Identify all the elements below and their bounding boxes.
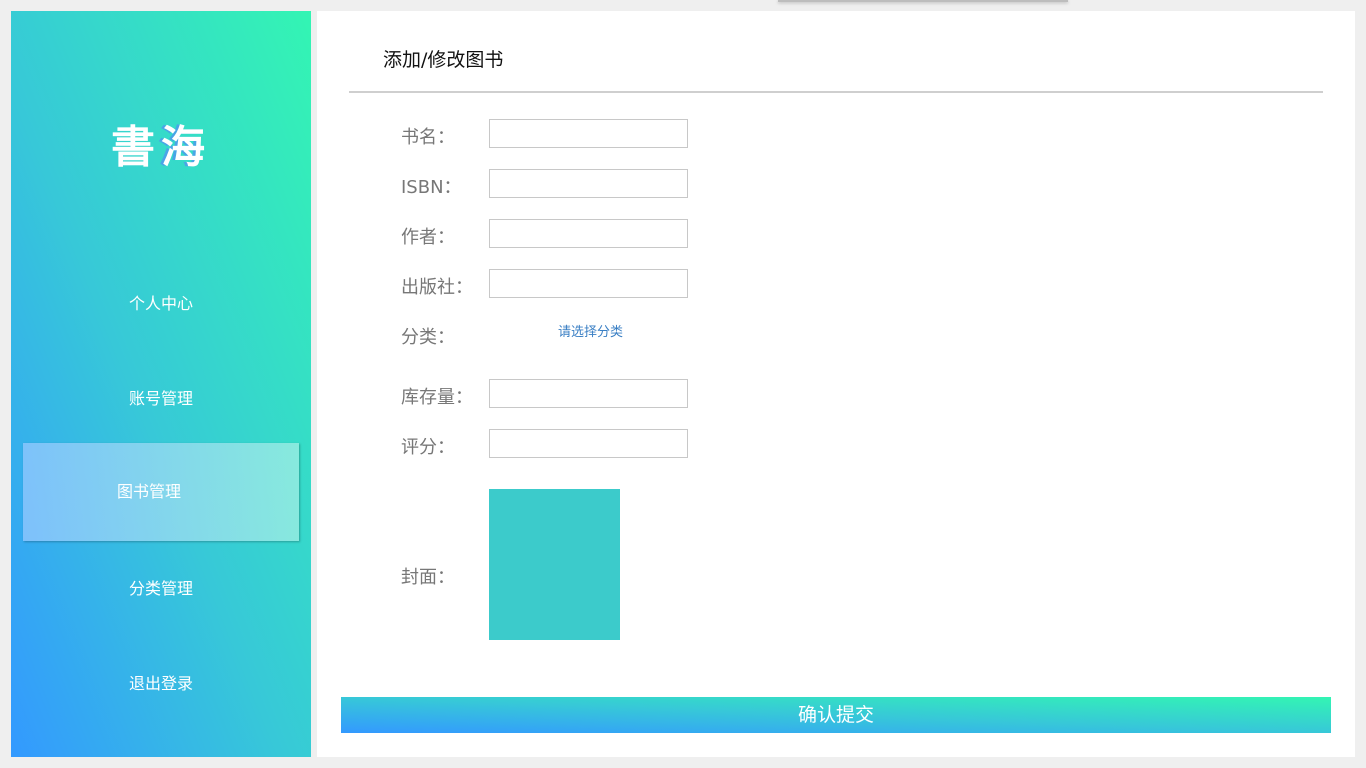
book-name-label: 书名： bbox=[401, 127, 455, 148]
stock-input[interactable] bbox=[489, 379, 688, 408]
sidebar-item-label: 分类管理 bbox=[128, 579, 193, 598]
cover-upload-area[interactable] bbox=[489, 489, 620, 640]
sidebar-item-label: 账号管理 bbox=[128, 389, 193, 408]
sidebar-item-accounts[interactable]: 账号管理 bbox=[11, 379, 311, 419]
rating-label: 评分： bbox=[401, 437, 455, 458]
cover-label: 封面： bbox=[401, 567, 455, 588]
sidebar: 書海 个人中心 账号管理 图书管理 分类管理 退出登录 bbox=[11, 11, 311, 757]
publisher-label: 出版社： bbox=[401, 277, 473, 298]
title-divider bbox=[349, 91, 1323, 93]
page-title: 添加/修改图书 bbox=[383, 49, 504, 71]
rating-input[interactable] bbox=[489, 429, 688, 458]
book-name-input[interactable] bbox=[489, 119, 688, 148]
author-label: 作者： bbox=[401, 227, 455, 248]
sidebar-item-label: 个人中心 bbox=[128, 294, 193, 313]
publisher-input[interactable] bbox=[489, 269, 688, 298]
sidebar-item-books[interactable]: 图书管理 bbox=[23, 443, 299, 541]
logo-char-book: 書 bbox=[111, 122, 161, 173]
window-edge-shadow bbox=[778, 0, 1068, 2]
category-label: 分类： bbox=[401, 327, 455, 348]
app-logo: 書海 bbox=[11, 111, 311, 175]
select-category-link[interactable]: 请选择分类 bbox=[558, 321, 623, 340]
main-panel: 添加/修改图书 书名： ISBN： 作者： 出版社： 分类： 请选择分类 库存量… bbox=[317, 11, 1355, 757]
sidebar-item-label: 退出登录 bbox=[128, 674, 193, 693]
logo-char-sea: 海 bbox=[161, 122, 211, 173]
submit-button[interactable]: 确认提交 bbox=[341, 697, 1331, 733]
sidebar-item-categories[interactable]: 分类管理 bbox=[11, 569, 311, 609]
isbn-input[interactable] bbox=[489, 169, 688, 198]
stock-label: 库存量： bbox=[401, 387, 473, 408]
isbn-label: ISBN： bbox=[401, 177, 462, 198]
sidebar-item-label: 图书管理 bbox=[116, 482, 181, 501]
author-input[interactable] bbox=[489, 219, 688, 248]
sidebar-item-profile[interactable]: 个人中心 bbox=[11, 284, 311, 324]
sidebar-item-logout[interactable]: 退出登录 bbox=[11, 664, 311, 704]
